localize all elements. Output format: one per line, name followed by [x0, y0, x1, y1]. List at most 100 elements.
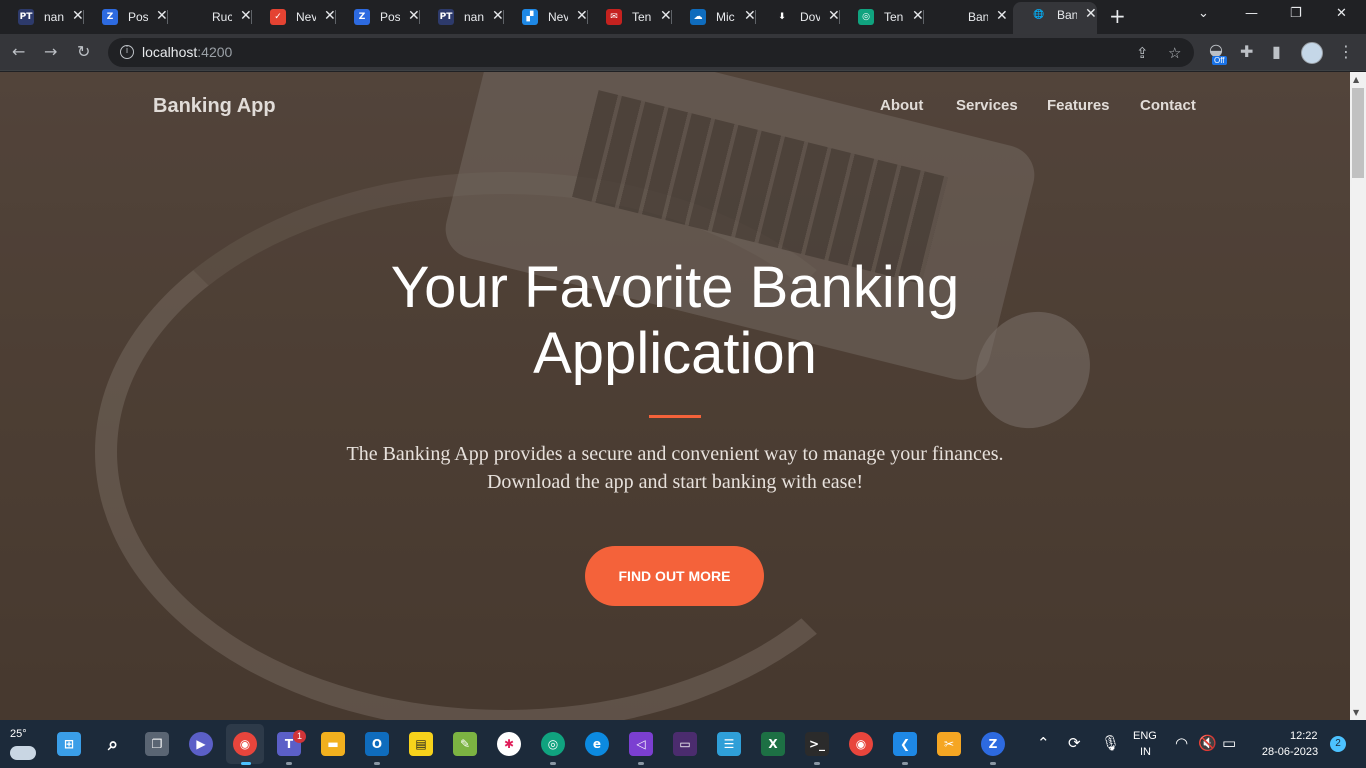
site-info-icon[interactable]: i [120, 45, 134, 59]
tab-favicon-icon: ☁ [690, 9, 706, 25]
notepad-plus-icon[interactable]: ✎ [453, 732, 477, 756]
edge-icon[interactable]: e [585, 732, 609, 756]
tab-close-icon[interactable]: ✕ [828, 8, 840, 24]
sync-icon[interactable]: ⟳ [1068, 734, 1081, 752]
tab-close-icon[interactable]: ✕ [240, 8, 252, 24]
tab-3[interactable]: ✓ Nev ✕ [252, 4, 336, 30]
clock-date[interactable]: 28-06-2023 [1257, 746, 1323, 758]
browser-toolbar: ← → ↻ i localhost:4200 ⇪ ☆ ◒ Off ✚ ▮ ⋮ [0, 34, 1366, 71]
tab-close-icon[interactable]: ✕ [156, 8, 168, 24]
tab-favicon-icon: ◎ [858, 9, 874, 25]
tab-7[interactable]: ✉ Ten ✕ [588, 4, 672, 30]
tab-close-icon[interactable]: ✕ [408, 8, 420, 24]
scroll-down-arrow-icon[interactable]: ▼ [1353, 708, 1359, 717]
outlook-running-indicator [374, 762, 380, 765]
tab-10[interactable]: ◎ Ten ✕ [840, 4, 924, 30]
page-scrollbar[interactable]: ▲ ▼ [1350, 72, 1366, 720]
nav-link-about[interactable]: About [880, 97, 923, 114]
hero-title: Your Favorite Banking Application [390, 255, 960, 386]
new-tab-button[interactable]: + [1109, 6, 1126, 26]
chrome-profile-icon[interactable]: ◉ [849, 732, 873, 756]
tab-close-icon[interactable]: ✕ [660, 8, 672, 24]
nav-link-services[interactable]: Services [956, 97, 1018, 114]
find-out-more-button[interactable]: FIND OUT MORE [585, 546, 764, 606]
paint-icon[interactable]: ✂ [937, 732, 961, 756]
excel-icon[interactable]: X [761, 732, 785, 756]
vscode-icon[interactable]: ❮ [893, 732, 917, 756]
windows-taskbar: 25° ⊞ ⌕ ❐ ▶ ◉ T 1 ▬ O ▤ ✎ ✱ ◎ e ◁ ▭ ☰ X … [0, 720, 1366, 768]
forward-button[interactable]: → [44, 42, 57, 62]
tab-5[interactable]: PT nan ✕ [420, 4, 504, 30]
brand-link[interactable]: Banking App [153, 95, 276, 118]
slack-icon[interactable]: ✱ [497, 732, 521, 756]
tab-close-icon[interactable]: ✕ [912, 8, 924, 24]
restore-icon[interactable]: ❐ [1290, 6, 1302, 21]
chrome-icon[interactable]: ◉ [233, 732, 257, 756]
notification-count-badge[interactable]: 2 [1330, 736, 1346, 752]
reload-button[interactable]: ↻ [77, 42, 90, 62]
side-panel-icon[interactable]: ▮ [1272, 42, 1281, 62]
battery-icon[interactable]: ▭ [1222, 734, 1236, 752]
zoom-icon[interactable]: Z [981, 732, 1005, 756]
tab-close-icon[interactable]: ✕ [744, 8, 756, 24]
minimize-icon[interactable]: — [1245, 6, 1258, 21]
start-windows-icon[interactable]: ⊞ [57, 732, 81, 756]
tab-8[interactable]: ☁ Mic ✕ [672, 4, 756, 30]
show-hidden-icons-chevron-icon[interactable]: ⌃ [1037, 734, 1050, 752]
tab-4[interactable]: Z Pos ✕ [336, 4, 420, 30]
visual-studio-icon[interactable]: ◁ [629, 732, 653, 756]
scroll-up-arrow-icon[interactable]: ▲ [1353, 75, 1359, 84]
menu-kebab-icon[interactable]: ⋮ [1338, 42, 1354, 62]
outlook-icon[interactable]: O [365, 732, 389, 756]
clock-time[interactable]: 12:22 [1290, 730, 1318, 742]
tab-favicon-icon [186, 9, 202, 25]
chat-icon[interactable]: ▶ [189, 732, 213, 756]
nav-link-contact[interactable]: Contact [1140, 97, 1196, 114]
notepad-icon[interactable]: ☰ [717, 732, 741, 756]
tab-2[interactable]: Ruc ✕ [168, 4, 252, 30]
scroll-thumb[interactable] [1352, 88, 1364, 178]
file-explorer-icon[interactable]: ▬ [321, 732, 345, 756]
back-button[interactable]: ← [12, 42, 25, 62]
language-indicator[interactable]: ENG [1133, 730, 1157, 742]
tab-title: Pos [380, 10, 400, 24]
tab-11[interactable]: Ban ✕ [924, 4, 1008, 30]
nav-link-features[interactable]: Features [1047, 97, 1110, 114]
task-view-icon[interactable]: ❐ [145, 732, 169, 756]
tab-close-icon[interactable]: ✕ [492, 8, 504, 24]
weather-temperature[interactable]: 25° [10, 728, 27, 740]
tab-12[interactable]: 🌐 Ban ✕ [1013, 2, 1097, 34]
search-icon[interactable]: ⌕ [101, 732, 125, 756]
tab-favicon-icon: ▞ [522, 9, 538, 25]
tab-close-icon[interactable]: ✕ [72, 8, 84, 24]
extension-off-badge: Off [1212, 56, 1227, 65]
wifi-icon[interactable]: ◠ [1175, 734, 1188, 752]
tab-6[interactable]: ▞ Nev ✕ [504, 4, 588, 30]
extensions-puzzle-icon[interactable]: ✚ [1240, 42, 1253, 62]
close-window-icon[interactable]: ✕ [1336, 6, 1347, 21]
chatgpt-icon[interactable]: ◎ [541, 732, 565, 756]
tab-title: Mic [716, 10, 735, 24]
tab-close-icon[interactable]: ✕ [324, 8, 336, 24]
tab-0[interactable]: PT nan ✕ [0, 4, 84, 30]
bookmark-star-icon[interactable]: ☆ [1168, 44, 1181, 62]
tab-close-icon[interactable]: ✕ [996, 8, 1008, 24]
sticky-notes-icon[interactable]: ▤ [409, 732, 433, 756]
tab-1[interactable]: Z Pos ✕ [84, 4, 168, 30]
terminal-app-icon[interactable]: ▭ [673, 732, 697, 756]
windows-terminal-icon[interactable]: >_ [805, 732, 829, 756]
url-text[interactable]: localhost:4200 [142, 44, 232, 60]
tab-9[interactable]: ⬇ Dov ✕ [756, 4, 840, 30]
speaker-muted-icon[interactable]: 🔇 [1198, 734, 1217, 752]
tab-search-icon[interactable]: ⌄ [1198, 6, 1209, 21]
profile-avatar[interactable] [1301, 42, 1323, 64]
share-icon[interactable]: ⇪ [1136, 44, 1149, 62]
terminal-running-indicator [814, 762, 820, 765]
region-indicator[interactable]: IN [1140, 746, 1151, 758]
address-bar[interactable]: i localhost:4200 ⇪ ☆ [108, 38, 1194, 67]
tab-close-icon[interactable]: ✕ [576, 8, 588, 24]
tab-close-icon[interactable]: ✕ [1085, 6, 1097, 22]
weather-cloud-icon[interactable] [10, 746, 36, 760]
microphone-icon[interactable]: 🎙 [1101, 734, 1120, 752]
tab-favicon-icon: ✉ [606, 9, 622, 25]
